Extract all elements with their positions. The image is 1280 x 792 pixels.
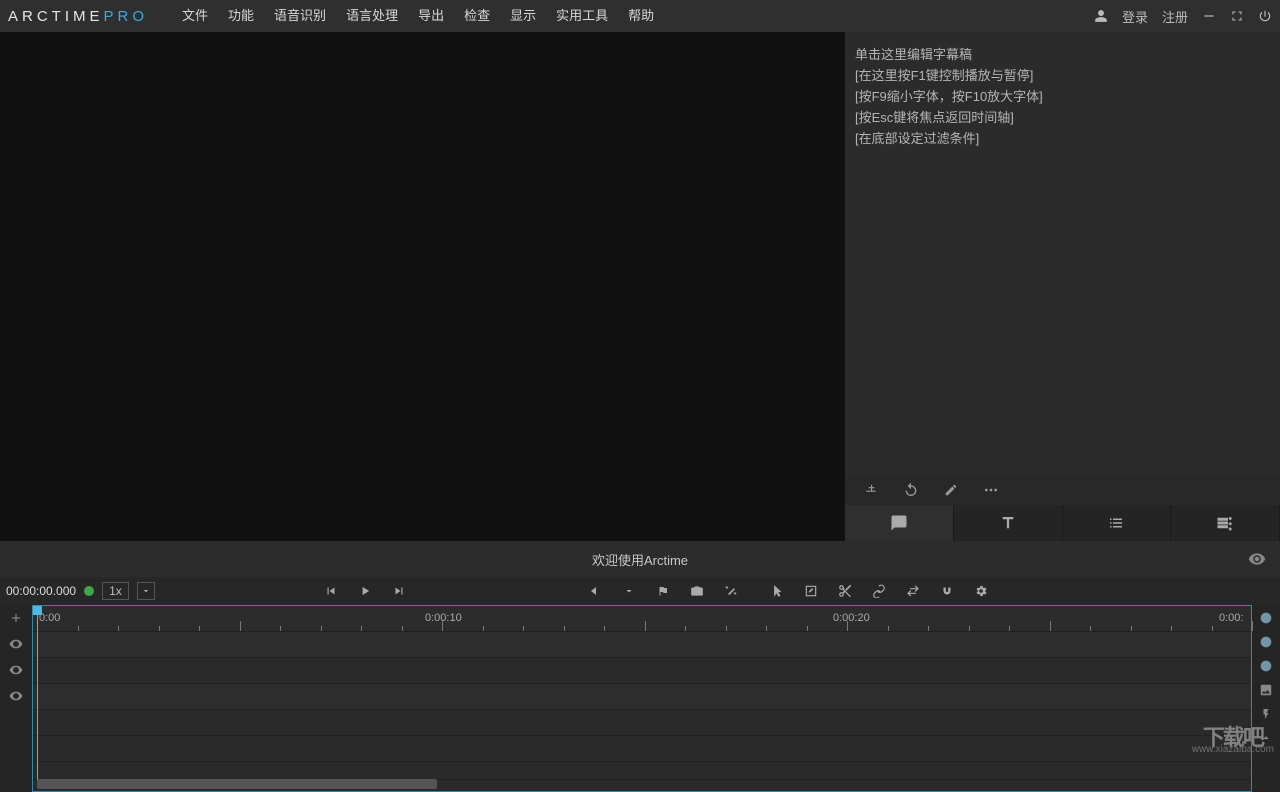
tab-comment[interactable] [845, 505, 954, 541]
timecode: 00:00:00.000 [6, 584, 76, 598]
watermark: 下载吧 www.xiazaiba.com [1192, 732, 1274, 756]
main-area: 单击这里编辑字幕稿 [在这里按F1键控制播放与暂停] [按F9缩小字体，按F10… [0, 32, 1280, 541]
menu-file[interactable]: 文件 [172, 0, 218, 32]
edit-box-icon[interactable] [804, 584, 818, 598]
app-logo: ARCTIMEPRO [8, 8, 166, 25]
camera-icon[interactable] [690, 584, 704, 598]
timeline-sidebar [1252, 605, 1280, 792]
tab-list[interactable] [1063, 505, 1172, 541]
tab-settings[interactable] [1171, 505, 1280, 541]
user-icon[interactable] [1094, 9, 1108, 23]
track-row[interactable] [33, 736, 1251, 762]
menu-tools[interactable]: 实用工具 [546, 0, 618, 32]
playhead[interactable] [37, 606, 38, 781]
header-controls: 登录 注册 [1094, 7, 1272, 26]
video-status-bar: 欢迎使用Arctime [0, 541, 1280, 577]
image-icon[interactable] [1257, 681, 1275, 699]
timeline: 0:00 0:00:10 0:00:20 0:00: [0, 605, 1280, 792]
link-icon[interactable] [872, 584, 886, 598]
menu-speech[interactable]: 语音识别 [264, 0, 336, 32]
track-row[interactable] [33, 658, 1251, 684]
timeline-gutter [0, 605, 32, 792]
menu-display[interactable]: 显示 [500, 0, 546, 32]
eye-icon[interactable] [1248, 550, 1266, 568]
record-dot-icon[interactable] [84, 586, 94, 596]
script-line: [在这里按F1键控制播放与暂停] [855, 65, 1270, 86]
wand-icon[interactable] [724, 584, 738, 598]
swap-icon[interactable] [906, 584, 920, 598]
horizontal-scrollbar[interactable] [37, 779, 437, 789]
track-row[interactable] [33, 684, 1251, 710]
track-visibility-icon[interactable] [0, 683, 32, 709]
edit-icon[interactable] [943, 482, 959, 498]
script-line: [按Esc键将焦点返回时间轴] [855, 107, 1270, 128]
maximize-icon[interactable] [1230, 9, 1244, 23]
script-toolbar [845, 475, 1280, 505]
script-editor[interactable]: 单击这里编辑字幕稿 [在这里按F1键控制播放与暂停] [按F9缩小字体，按F10… [845, 32, 1280, 475]
track-row[interactable] [33, 632, 1251, 658]
gear-icon[interactable] [974, 584, 988, 598]
video-preview[interactable] [0, 32, 845, 541]
pointer-icon[interactable] [770, 584, 784, 598]
script-line: 单击这里编辑字幕稿 [855, 44, 1270, 65]
main-menu: 文件 功能 语音识别 语言处理 导出 检查 显示 实用工具 帮助 [172, 0, 664, 32]
track-visibility-icon[interactable] [0, 657, 32, 683]
timeline-body[interactable]: 0:00 0:00:10 0:00:20 0:00: [32, 605, 1252, 792]
side-panel: 单击这里编辑字幕稿 [在这里按F1键控制播放与暂停] [按F9缩小字体，按F10… [845, 32, 1280, 541]
speed-selector[interactable]: 1x [102, 582, 129, 600]
menu-export[interactable]: 导出 [408, 0, 454, 32]
track-row[interactable] [33, 710, 1251, 736]
track-visibility-icon[interactable] [0, 631, 32, 657]
more-icon[interactable] [983, 482, 999, 498]
magnet-icon[interactable] [940, 584, 954, 598]
speed-dropdown-icon[interactable] [137, 582, 155, 600]
transport-toolbar: 00:00:00.000 1x [0, 577, 1280, 605]
menu-check[interactable]: 检查 [454, 0, 500, 32]
marker-down-icon[interactable] [622, 584, 636, 598]
marker-left-icon[interactable] [588, 584, 602, 598]
next-icon[interactable] [392, 584, 406, 598]
titlebar: ARCTIMEPRO 文件 功能 语音识别 语言处理 导出 检查 显示 实用工具… [0, 0, 1280, 32]
welcome-text: 欢迎使用Arctime [592, 550, 688, 569]
cut-icon[interactable] [838, 584, 852, 598]
track-row[interactable] [33, 762, 1251, 780]
side-tabs [845, 505, 1280, 541]
flag-icon[interactable] [656, 584, 670, 598]
login-link[interactable]: 登录 [1122, 7, 1148, 26]
playback-controls [324, 584, 406, 598]
marker-controls [588, 584, 738, 598]
add-track-icon[interactable] [0, 605, 32, 631]
edit-controls [770, 584, 988, 598]
prev-icon[interactable] [324, 584, 338, 598]
register-link[interactable]: 注册 [1162, 7, 1188, 26]
circle-icon[interactable] [1257, 633, 1275, 651]
menu-function[interactable]: 功能 [218, 0, 264, 32]
minimize-icon[interactable] [1202, 9, 1216, 23]
undo-icon[interactable] [903, 482, 919, 498]
power-icon[interactable] [1258, 9, 1272, 23]
circle-icon[interactable] [1257, 657, 1275, 675]
time-ruler[interactable]: 0:00 0:00:10 0:00:20 0:00: [33, 606, 1251, 632]
menu-help[interactable]: 帮助 [618, 0, 664, 32]
script-line: [按F9缩小字体，按F10放大字体] [855, 86, 1270, 107]
script-line: [在底部设定过滤条件] [855, 128, 1270, 149]
menu-language[interactable]: 语言处理 [336, 0, 408, 32]
play-icon[interactable] [358, 584, 372, 598]
circle-icon[interactable] [1257, 609, 1275, 627]
insert-icon[interactable] [863, 482, 879, 498]
bolt-icon[interactable] [1257, 705, 1275, 723]
tab-style[interactable] [954, 505, 1063, 541]
